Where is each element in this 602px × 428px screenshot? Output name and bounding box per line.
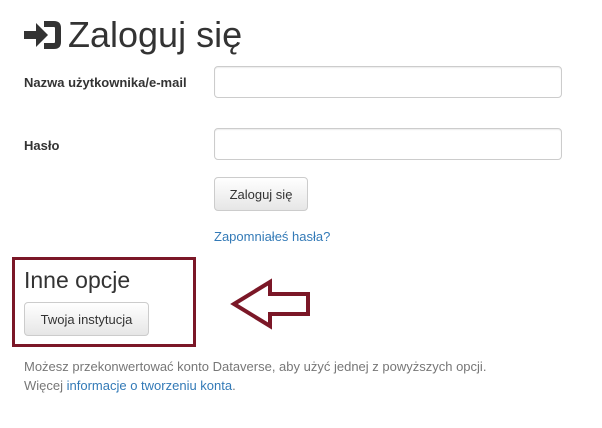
password-label: Hasło [24,138,60,153]
username-label: Nazwa użytkownika/e-mail [24,75,187,90]
other-options-title: Inne opcje [24,267,131,293]
username-input[interactable] [214,66,562,98]
info-prefix: Więcej [24,378,67,393]
info-suffix: . [232,378,236,393]
your-institution-button[interactable]: Twoja instytucja [24,302,149,336]
login-button[interactable]: Zaloguj się [214,177,308,211]
info-line-2: Więcej informacje o tworzeniu konta. [24,376,584,395]
forgot-password-link[interactable]: Zapomniałeś hasła? [214,229,330,245]
sign-in-icon [24,21,61,49]
password-input[interactable] [214,128,562,160]
annotation-arrow-icon [230,278,310,330]
login-heading: Zaloguj się [22,13,242,57]
account-conversion-info: Możesz przekonwertować konto Dataverse, … [24,357,584,395]
account-creation-info-link[interactable]: informacje o tworzeniu konta [67,378,232,393]
page-title: Zaloguj się [68,14,243,55]
info-line-1: Możesz przekonwertować konto Dataverse, … [24,359,487,374]
